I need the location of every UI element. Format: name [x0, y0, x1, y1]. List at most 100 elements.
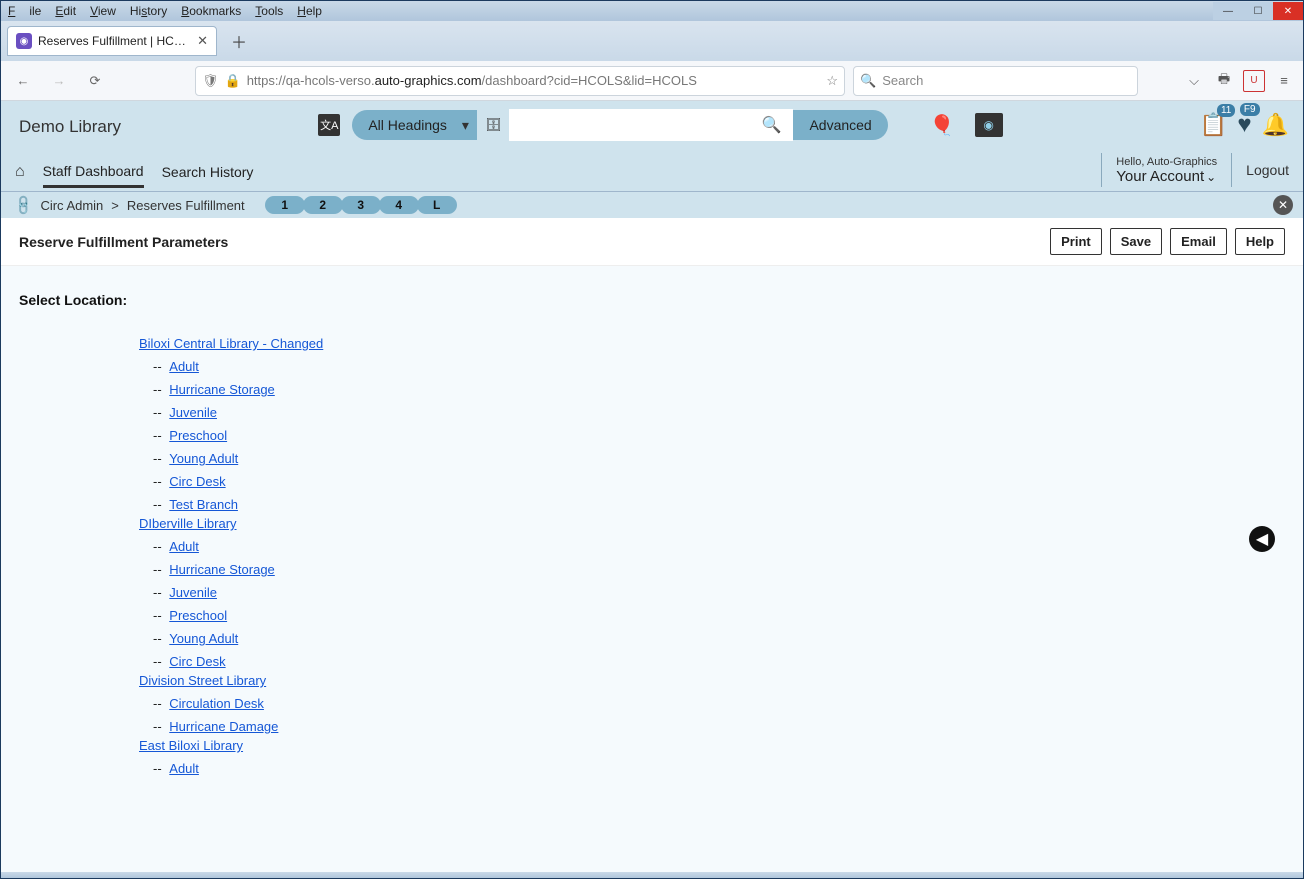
pocket-icon[interactable]: ⌵ — [1183, 70, 1205, 92]
dash: -- — [153, 497, 165, 512]
sublocation-link[interactable]: Hurricane Storage — [169, 382, 275, 397]
page-pills: 1234L — [267, 196, 457, 214]
sublocation-link[interactable]: Young Adult — [169, 631, 238, 646]
favorites-icon[interactable]: ♥ F9 — [1237, 111, 1251, 139]
print-icon[interactable]: 🖶 — [1213, 70, 1235, 92]
sublocation-link[interactable]: Hurricane Damage — [169, 719, 278, 734]
url-bar[interactable]: 🛡 🔒 https://qa-hcols-verso.auto-graphics… — [195, 66, 845, 96]
sublocation-link[interactable]: Hurricane Storage — [169, 562, 275, 577]
sublocation-link[interactable]: Adult — [169, 761, 199, 776]
sublocation-row: -- Circulation Desk — [153, 696, 1261, 711]
window-close-button[interactable]: ✕ — [1273, 2, 1303, 20]
chain-icon: 🔗 — [12, 193, 36, 217]
database-icon[interactable]: 🗄 — [477, 117, 510, 133]
content-scroll[interactable]: Select Location: Biloxi Central Library … — [1, 266, 1279, 872]
list-badge: 11 — [1217, 104, 1235, 117]
reload-button[interactable]: ⟳ — [81, 67, 109, 95]
sublocation-link[interactable]: Circ Desk — [169, 654, 225, 669]
sublocation-link[interactable]: Juvenile — [169, 585, 217, 600]
page-pill[interactable]: 4 — [379, 196, 419, 214]
window-maximize-button[interactable]: ☐ — [1243, 2, 1273, 20]
menu-view[interactable]: View — [83, 2, 123, 20]
catalog-search-input[interactable] — [509, 109, 749, 141]
dash: -- — [153, 405, 165, 420]
menu-file[interactable]: File — [1, 2, 48, 20]
page-pill[interactable]: 2 — [303, 196, 343, 214]
save-button[interactable]: Save — [1110, 228, 1162, 255]
sublocation-row: -- Hurricane Damage — [153, 719, 1261, 734]
balloon-icon[interactable]: 🎈 — [930, 113, 955, 138]
email-button[interactable]: Email — [1170, 228, 1227, 255]
breadcrumb-a[interactable]: Circ Admin — [40, 198, 103, 213]
home-icon[interactable]: ⌂ — [15, 163, 25, 181]
back-button[interactable]: ← — [9, 67, 37, 95]
sublocation-link[interactable]: Adult — [169, 539, 199, 554]
library-link[interactable]: Division Street Library — [139, 673, 266, 688]
logout-link[interactable]: Logout — [1246, 162, 1289, 178]
sublocation-row: -- Circ Desk — [153, 654, 1261, 669]
print-button[interactable]: Print — [1050, 228, 1102, 255]
page-pill[interactable]: 1 — [265, 196, 305, 214]
dash: -- — [153, 562, 165, 577]
menu-history[interactable]: History — [123, 2, 174, 20]
window-minimize-button[interactable]: — — [1213, 2, 1243, 20]
os-titlebar: File Edit View History Bookmarks Tools H… — [1, 1, 1303, 21]
page-title: Reserve Fulfillment Parameters — [19, 234, 228, 250]
breadcrumb-b[interactable]: Reserves Fulfillment — [127, 198, 245, 213]
bookmark-star-icon[interactable]: ☆ — [826, 73, 838, 89]
sublocation-row: -- Young Adult — [153, 631, 1261, 646]
advanced-search-button[interactable]: Advanced — [793, 110, 887, 140]
language-icon[interactable]: 文A — [318, 114, 340, 136]
sublocation-link[interactable]: Adult — [169, 359, 199, 374]
forward-button[interactable]: → — [45, 67, 73, 95]
menu-tools[interactable]: Tools — [248, 2, 290, 20]
sublocation-link[interactable]: Circ Desk — [169, 474, 225, 489]
dash: -- — [153, 474, 165, 489]
url-text: https://qa-hcols-verso.auto-graphics.com… — [247, 73, 821, 88]
account-dropdown[interactable]: Your Account — [1116, 168, 1217, 185]
shield-badge-icon[interactable]: U — [1243, 70, 1265, 92]
page-pill[interactable]: 3 — [341, 196, 381, 214]
app-nav: ⌂ Staff Dashboard Search History Hello, … — [1, 149, 1303, 192]
catalog-search-button[interactable]: 🔍 — [749, 109, 793, 141]
page-pill[interactable]: L — [417, 196, 457, 214]
sublocation-row: -- Juvenile — [153, 405, 1261, 420]
notifications-icon[interactable]: 🔔 — [1262, 112, 1289, 138]
menu-bookmarks[interactable]: Bookmarks — [174, 2, 248, 20]
help-button[interactable]: Help — [1235, 228, 1285, 255]
library-link[interactable]: East Biloxi Library — [139, 738, 243, 753]
sublocation-link[interactable]: Test Branch — [169, 497, 238, 512]
dash: -- — [153, 382, 165, 397]
library-link[interactable]: Biloxi Central Library - Changed — [139, 336, 323, 351]
select-location-label: Select Location: — [19, 292, 1261, 308]
sublocation-link[interactable]: Circulation Desk — [169, 696, 264, 711]
dash: -- — [153, 359, 165, 374]
nav-search-history[interactable]: Search History — [162, 158, 254, 186]
sublocation-row: -- Preschool — [153, 608, 1261, 623]
catalog-browse-icon[interactable]: ◉ — [975, 113, 1003, 137]
collapse-chevron-icon[interactable]: ◀ — [1249, 526, 1275, 552]
tab-close-icon[interactable]: ✕ — [197, 33, 208, 49]
app-header: Demo Library 文A All Headings 🗄 🔍 Advance… — [1, 101, 1303, 149]
browser-tab[interactable]: ◉ Reserves Fulfillment | HCOLS | h ✕ — [7, 26, 217, 56]
dash: -- — [153, 428, 165, 443]
app-menu-icon[interactable]: ≡ — [1273, 70, 1295, 92]
menu-edit[interactable]: Edit — [48, 2, 83, 20]
tab-title: Reserves Fulfillment | HCOLS | h — [38, 34, 191, 48]
sublocation-link[interactable]: Preschool — [169, 608, 227, 623]
menu-help[interactable]: Help — [290, 2, 329, 20]
sublocation-link[interactable]: Juvenile — [169, 405, 217, 420]
dash: -- — [153, 539, 165, 554]
sublocation-row: -- Juvenile — [153, 585, 1261, 600]
new-tab-button[interactable]: ＋ — [225, 27, 253, 55]
nav-staff-dashboard[interactable]: Staff Dashboard — [43, 157, 144, 188]
list-icon[interactable]: 📋 11 — [1200, 112, 1227, 138]
sublocation-link[interactable]: Young Adult — [169, 451, 238, 466]
search-scope-dropdown[interactable]: All Headings — [352, 110, 477, 140]
sublocation-row: -- Preschool — [153, 428, 1261, 443]
browser-search-box[interactable]: 🔍 Search — [853, 66, 1138, 96]
sublocation-row: -- Adult — [153, 539, 1261, 554]
close-panel-icon[interactable]: ✕ — [1273, 195, 1293, 215]
library-link[interactable]: DIberville Library — [139, 516, 237, 531]
sublocation-link[interactable]: Preschool — [169, 428, 227, 443]
